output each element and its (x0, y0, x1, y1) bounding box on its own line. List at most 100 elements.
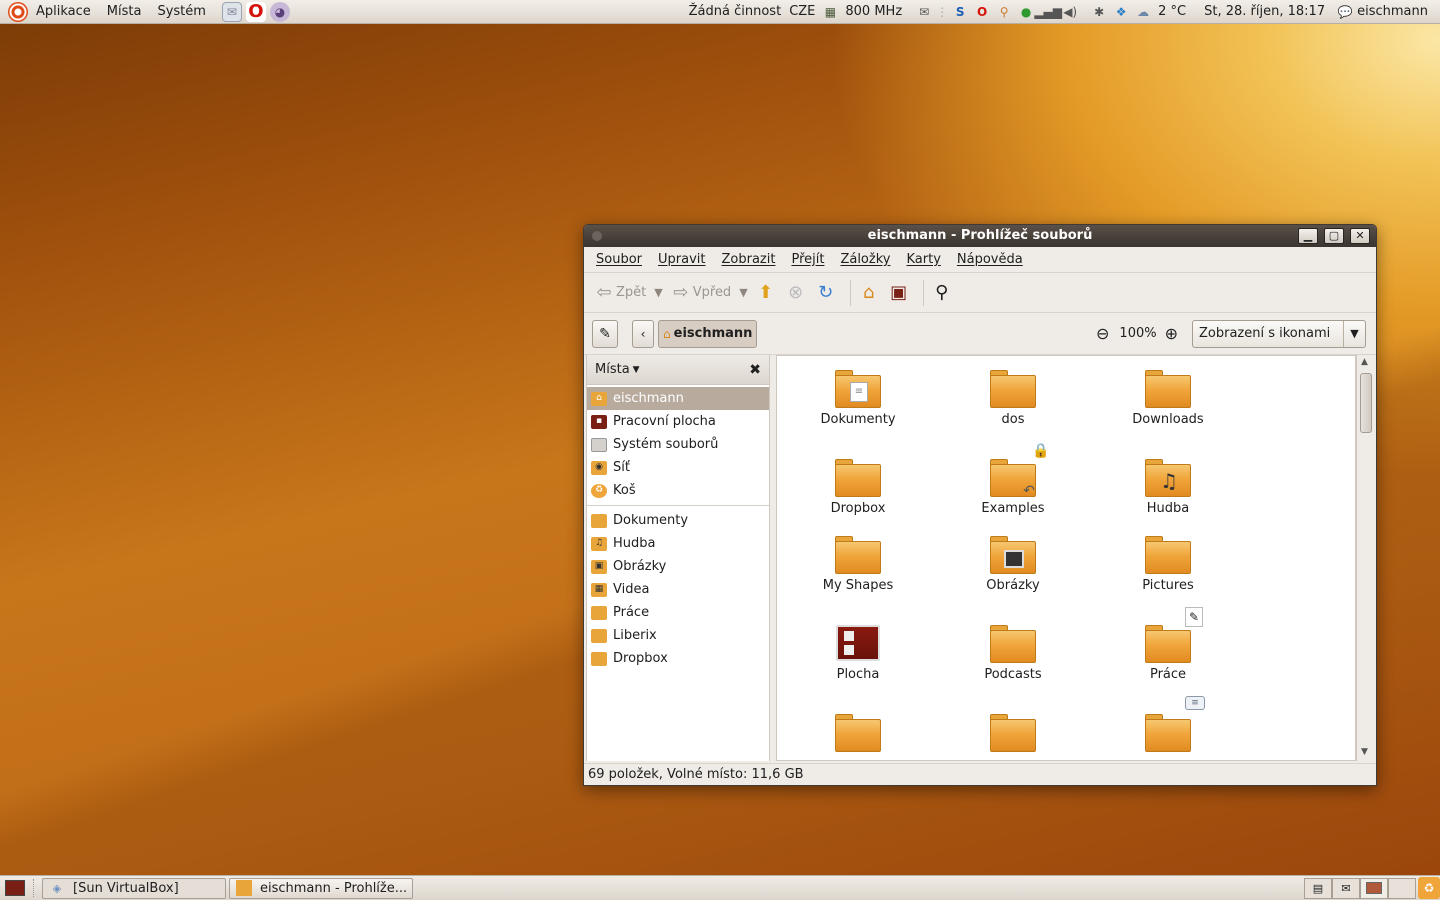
sidebar-item-network[interactable]: ◉ Síť (587, 456, 769, 479)
file-item[interactable]: dos (938, 370, 1088, 427)
document-emblem-icon: ≡ (850, 382, 868, 402)
user-menu[interactable]: eischmann (1356, 4, 1432, 19)
cpu-frequency[interactable]: 800 MHz (841, 4, 906, 19)
menu-tabs[interactable]: Karty (898, 247, 948, 273)
file-item[interactable]: Podcasts (938, 625, 1088, 682)
signal-strength-icon[interactable]: ▂▄▆ (1034, 4, 1062, 20)
sidebar-item-music[interactable]: ♫ Hudba (587, 532, 769, 555)
sidebar-item-desktop[interactable]: ▪ Pracovní plocha (587, 410, 769, 433)
edit-location-button[interactable]: ✎ (592, 319, 618, 348)
breadcrumb-left-button[interactable]: ‹ (632, 319, 654, 348)
chevron-down-icon[interactable]: ▼ (633, 365, 640, 375)
keyboard-layout[interactable]: CZE (785, 4, 819, 19)
pidgin-messenger-icon[interactable]: ◕ (269, 1, 290, 22)
menu-view[interactable]: Zobrazit (713, 247, 783, 273)
forward-history-dropdown[interactable]: ▼ (739, 286, 747, 299)
sidebar-item-trash[interactable]: ♻ Koš (587, 479, 769, 502)
file-item[interactable]: Downloads (1093, 370, 1243, 427)
scroll-up-icon[interactable]: ▲ (1361, 358, 1368, 367)
file-item[interactable]: ✎ Práce (1093, 607, 1243, 682)
reload-button[interactable]: ↻ (814, 281, 838, 305)
dropbox-icon[interactable]: ❖ (1113, 4, 1129, 20)
scrollbar-thumb[interactable] (1360, 373, 1372, 433)
clock[interactable]: St, 28. říjen, 18:17 (1200, 4, 1329, 19)
file-item[interactable]: Obrázky (938, 536, 1088, 593)
window-titlebar[interactable]: eischmann - Prohlížeč souborů ▁ ▢ ✕ (584, 225, 1376, 247)
weather-icon[interactable]: ☁ (1135, 4, 1151, 20)
computer-button[interactable]: ▣ (887, 281, 911, 305)
up-button[interactable]: ⬆ (754, 281, 778, 305)
zoom-out-icon[interactable]: ⊖ (1096, 324, 1109, 343)
menu-go[interactable]: Přejít (783, 247, 832, 273)
temperature[interactable]: 2 °C (1154, 4, 1190, 19)
file-item[interactable]: My Shapes (783, 536, 933, 593)
close-button[interactable]: ✕ (1350, 228, 1370, 244)
workspace-4[interactable] (1388, 877, 1416, 899)
sidebar-item-documents[interactable]: Dokumenty (587, 509, 769, 532)
stop-button[interactable]: ⊗ (784, 281, 808, 305)
filesystem-icon (591, 437, 607, 452)
minimize-button[interactable]: ▁ (1298, 228, 1318, 244)
bluetooth-icon[interactable]: ✱ (1091, 4, 1107, 20)
file-item[interactable] (938, 714, 1088, 756)
breadcrumb-home[interactable]: ⌂ eischmann (658, 319, 758, 348)
sidebar-item-filesystem[interactable]: Systém souborů (587, 433, 769, 456)
file-item[interactable]: Pictures (1093, 536, 1243, 593)
view-mode-select[interactable]: Zobrazení s ikonami ▼ (1192, 319, 1366, 348)
file-item[interactable]: 🔒 ↶ Examples (938, 443, 1088, 516)
sidebar-item-label: eischmann (613, 391, 684, 406)
ubuntu-logo-icon[interactable] (8, 1, 28, 22)
sidebar-item-pictures[interactable]: ▣ Obrázky (587, 555, 769, 578)
home-button[interactable]: ⌂ (857, 281, 881, 305)
status-green-icon[interactable]: ● (1018, 4, 1034, 20)
chat-status-icon[interactable]: 💬 (1337, 4, 1353, 20)
file-item[interactable]: Dropbox (783, 459, 933, 516)
file-item[interactable]: ≡ (1093, 696, 1243, 756)
workspace-3[interactable] (1360, 877, 1388, 899)
maximize-button[interactable]: ▢ (1324, 228, 1344, 244)
zoom-in-icon[interactable]: ⊕ (1165, 324, 1178, 343)
opera-browser-icon[interactable]: O (245, 1, 266, 22)
menu-applications[interactable]: Aplikace (28, 0, 99, 24)
sidebar-item-home[interactable]: ⌂ eischmann (587, 387, 769, 410)
sidebar-type-select[interactable]: Místa (595, 362, 630, 377)
file-item[interactable]: ≡ Dokumenty (783, 370, 933, 427)
file-item[interactable] (783, 714, 933, 756)
sidebar-item-dropbox[interactable]: Dropbox (587, 647, 769, 670)
taskbar-item-file-manager[interactable]: eischmann - Prohlíže... (229, 877, 413, 899)
activity-status[interactable]: Žádná činnost (685, 4, 786, 19)
scroll-down-icon[interactable]: ▼ (1361, 748, 1368, 757)
opera-tray-icon[interactable]: O (974, 4, 990, 20)
mail-client-icon[interactable]: ✉ (221, 1, 242, 22)
show-desktop-icon[interactable] (5, 880, 25, 896)
vertical-scrollbar[interactable]: ▲ ▼ (1356, 355, 1374, 761)
menu-places[interactable]: Místa (99, 0, 150, 24)
menu-bookmarks[interactable]: Záložky (832, 247, 898, 273)
sidebar-item-prace[interactable]: Práce (587, 601, 769, 624)
music-note-emblem-icon: ♫ (1160, 469, 1178, 493)
file-item[interactable]: Plocha (783, 625, 933, 682)
workspace-2[interactable]: ✉ (1332, 877, 1360, 899)
toolbar-separator (922, 279, 924, 306)
forward-button[interactable]: ⇨ Vpřed (669, 281, 731, 305)
search-tray-icon[interactable]: ⚲ (996, 4, 1012, 20)
zoom-level[interactable]: 100% (1119, 326, 1156, 341)
sidebar-item-liberix[interactable]: Liberix (587, 624, 769, 647)
trash-icon[interactable]: ♻ (1418, 877, 1440, 899)
menu-file[interactable]: Soubor (588, 247, 650, 273)
search-button[interactable]: ⚲ (930, 281, 954, 305)
back-history-dropdown[interactable]: ▼ (654, 286, 662, 299)
menu-edit[interactable]: Upravit (650, 247, 713, 273)
sidebar-item-videos[interactable]: ▦ Videa (587, 578, 769, 601)
menu-help[interactable]: Nápověda (949, 247, 1031, 273)
menu-system[interactable]: Systém (149, 0, 213, 24)
window-menu-icon[interactable] (592, 231, 602, 241)
taskbar-item-virtualbox[interactable]: ◈ [Sun VirtualBox] (42, 877, 226, 899)
mail-notify-icon[interactable]: ✉ (916, 4, 932, 20)
back-button[interactable]: ⇦ Zpět (592, 281, 646, 305)
volume-icon[interactable]: ◀) (1062, 4, 1078, 20)
skype-icon[interactable]: S (952, 4, 968, 20)
file-item[interactable]: ♫ Hudba (1093, 459, 1243, 516)
close-sidebar-icon[interactable]: ✖ (749, 362, 761, 378)
workspace-1[interactable]: ▤ (1304, 877, 1332, 899)
